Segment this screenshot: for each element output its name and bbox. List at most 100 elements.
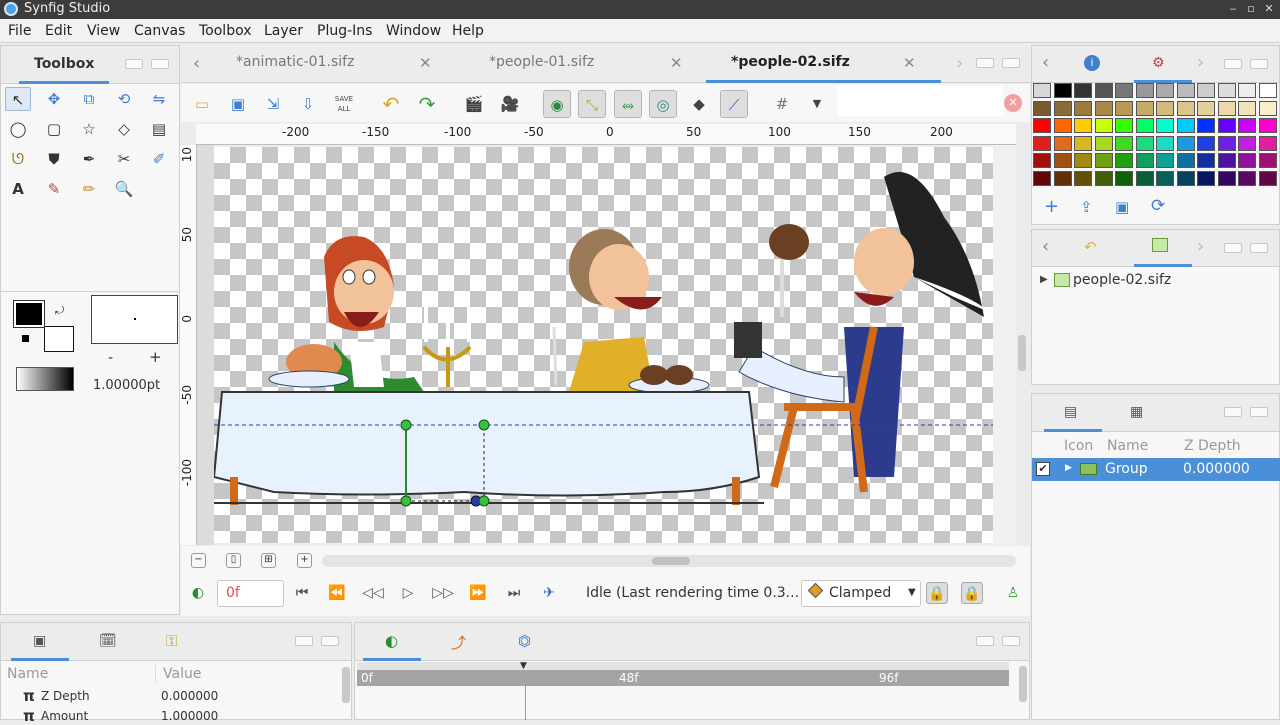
palette-grid[interactable] bbox=[1033, 83, 1279, 187]
library-icon[interactable] bbox=[1152, 238, 1168, 252]
zoom-out-icon[interactable]: − bbox=[191, 553, 206, 568]
toggle-bounds-icon[interactable]: ✈ bbox=[538, 582, 560, 604]
palette-swatch[interactable] bbox=[1115, 170, 1133, 186]
palette-swatch[interactable] bbox=[1156, 153, 1174, 168]
close-window-button[interactable]: ✕ bbox=[1262, 2, 1276, 16]
preview-icon[interactable]: 🎥 bbox=[496, 90, 524, 118]
palette-swatch[interactable] bbox=[1156, 118, 1174, 133]
left-arrow-icon[interactable]: ‹ bbox=[1042, 52, 1049, 73]
palette-swatch[interactable] bbox=[1094, 100, 1113, 116]
outline-color-swatch[interactable] bbox=[13, 300, 45, 328]
text-tool-icon[interactable]: A bbox=[5, 177, 31, 201]
library-key-tab-icon[interactable]: ⚿ bbox=[166, 632, 177, 650]
rotate-tool-icon[interactable]: ⟲ bbox=[111, 87, 137, 111]
swap-colors-icon[interactable]: ⤾ bbox=[55, 304, 64, 318]
rectangle-tool-icon[interactable]: ▢ bbox=[41, 117, 67, 141]
palette-swatch[interactable] bbox=[1074, 153, 1092, 168]
new-file-icon[interactable]: ▭ bbox=[188, 90, 216, 118]
palette-swatch[interactable] bbox=[1053, 100, 1072, 116]
prev-frame-icon[interactable]: ◁◁ bbox=[362, 582, 384, 604]
palette-editor-icon[interactable]: ⚙ bbox=[1152, 55, 1165, 71]
render-icon[interactable]: 🎬 bbox=[460, 90, 488, 118]
add-color-icon[interactable]: + bbox=[1044, 196, 1059, 217]
onion-skin-icon[interactable]: ♙ bbox=[1002, 582, 1024, 604]
palette-swatch[interactable] bbox=[1176, 118, 1195, 133]
palette-swatch[interactable] bbox=[1238, 83, 1256, 98]
maximize-button[interactable]: ▫ bbox=[1244, 2, 1258, 16]
col-zdepth-header[interactable]: Z Depth bbox=[1184, 438, 1241, 454]
palette-swatch[interactable] bbox=[1094, 83, 1113, 98]
palette-swatch[interactable] bbox=[1197, 135, 1215, 151]
palette-swatch[interactable] bbox=[1033, 170, 1051, 186]
panel-handle-icon[interactable] bbox=[1002, 636, 1020, 646]
palette-swatch[interactable] bbox=[1074, 135, 1092, 151]
palette-swatch[interactable] bbox=[1094, 135, 1113, 151]
close-tab-icon[interactable]: ✕ bbox=[419, 54, 432, 72]
sets-tab-icon[interactable]: ▦ bbox=[1130, 404, 1143, 420]
palette-swatch[interactable] bbox=[1258, 135, 1277, 151]
palette-swatch[interactable] bbox=[1217, 170, 1236, 186]
palette-swatch[interactable] bbox=[1197, 118, 1215, 133]
palette-swatch[interactable] bbox=[1115, 153, 1133, 168]
panel-handle-icon[interactable] bbox=[125, 59, 143, 69]
scale-tool-icon[interactable]: ⧉ bbox=[76, 87, 102, 111]
palette-swatch[interactable] bbox=[1238, 118, 1256, 133]
more-options-icon[interactable]: ▼ bbox=[803, 90, 831, 118]
palette-swatch[interactable] bbox=[1217, 83, 1236, 98]
panel-handle-icon[interactable] bbox=[1224, 243, 1242, 253]
menu-help[interactable]: Help bbox=[452, 23, 484, 39]
panel-handle-icon[interactable] bbox=[1224, 59, 1242, 69]
right-arrow-icon[interactable]: › bbox=[1197, 52, 1204, 73]
prev-keyframe-icon[interactable]: ⏪ bbox=[326, 582, 348, 604]
palette-swatch[interactable] bbox=[1074, 170, 1092, 186]
palette-swatch[interactable] bbox=[1033, 153, 1051, 168]
palette-swatch[interactable] bbox=[1115, 118, 1133, 133]
panel-handle-icon[interactable] bbox=[1224, 407, 1242, 417]
palette-swatch[interactable] bbox=[1094, 170, 1113, 186]
menu-canvas[interactable]: Canvas bbox=[134, 23, 185, 39]
open-palette-icon[interactable]: ⇪ bbox=[1080, 198, 1093, 216]
layer-row[interactable]: ✔ ▶ Group 0.000000 bbox=[1032, 458, 1280, 481]
param-name[interactable]: Amount bbox=[41, 709, 88, 723]
transform-tool-icon[interactable]: ↖ bbox=[5, 87, 31, 111]
palette-swatch[interactable] bbox=[1238, 153, 1256, 168]
show-radius-handles-icon[interactable]: ◎ bbox=[649, 90, 677, 118]
palette-swatch[interactable] bbox=[1135, 135, 1154, 151]
palette-swatch[interactable] bbox=[1033, 135, 1051, 151]
panel-handle-icon[interactable] bbox=[1002, 58, 1020, 68]
expand-arrow-icon[interactable]: ▶ bbox=[1065, 463, 1072, 473]
panel-handle-icon[interactable] bbox=[1250, 407, 1268, 417]
palette-swatch[interactable] bbox=[1197, 100, 1215, 116]
seek-begin-icon[interactable]: ⏮ bbox=[291, 582, 313, 604]
layer-zdepth[interactable]: 0.000000 bbox=[1183, 461, 1250, 477]
param-value[interactable]: 1.000000 bbox=[161, 709, 218, 723]
layer-name[interactable]: Group bbox=[1105, 461, 1148, 477]
palette-swatch[interactable] bbox=[1156, 83, 1174, 98]
palette-swatch[interactable] bbox=[1156, 135, 1174, 151]
sketch-tool-icon[interactable]: ✎ bbox=[41, 177, 67, 201]
params-scrollbar[interactable] bbox=[342, 667, 350, 703]
palette-swatch[interactable] bbox=[1053, 153, 1072, 168]
palette-swatch[interactable] bbox=[1217, 135, 1236, 151]
palette-swatch[interactable] bbox=[1033, 100, 1051, 116]
layer-visibility-checkbox[interactable]: ✔ bbox=[1036, 462, 1050, 476]
brush-tool-icon[interactable]: ✏ bbox=[76, 177, 102, 201]
animation-mode-icon[interactable]: ◐ bbox=[187, 582, 209, 604]
play-icon[interactable]: ▷ bbox=[397, 582, 419, 604]
show-tangent-handles-icon[interactable]: ⥈ bbox=[614, 90, 642, 118]
menu-layer[interactable]: Layer bbox=[264, 23, 303, 39]
panel-handle-icon[interactable] bbox=[151, 59, 169, 69]
canvas-workarea[interactable] bbox=[214, 147, 993, 543]
palette-swatch[interactable] bbox=[1115, 83, 1133, 98]
palette-swatch[interactable] bbox=[1176, 153, 1195, 168]
timeline-ruler[interactable]: 0f 48f 96f bbox=[357, 670, 1009, 686]
palette-swatch[interactable] bbox=[1197, 83, 1215, 98]
col-value-header[interactable]: Value bbox=[163, 666, 201, 682]
tab-animatic-01[interactable]: *animatic-01.sifz bbox=[236, 54, 354, 70]
palette-swatch[interactable] bbox=[1053, 135, 1072, 151]
param-name[interactable]: Z Depth bbox=[41, 689, 90, 703]
menu-window[interactable]: Window bbox=[386, 23, 441, 39]
palette-swatch[interactable] bbox=[1033, 118, 1051, 133]
stop-render-icon[interactable]: ✕ bbox=[1004, 94, 1022, 112]
palette-swatch[interactable] bbox=[1197, 170, 1215, 186]
